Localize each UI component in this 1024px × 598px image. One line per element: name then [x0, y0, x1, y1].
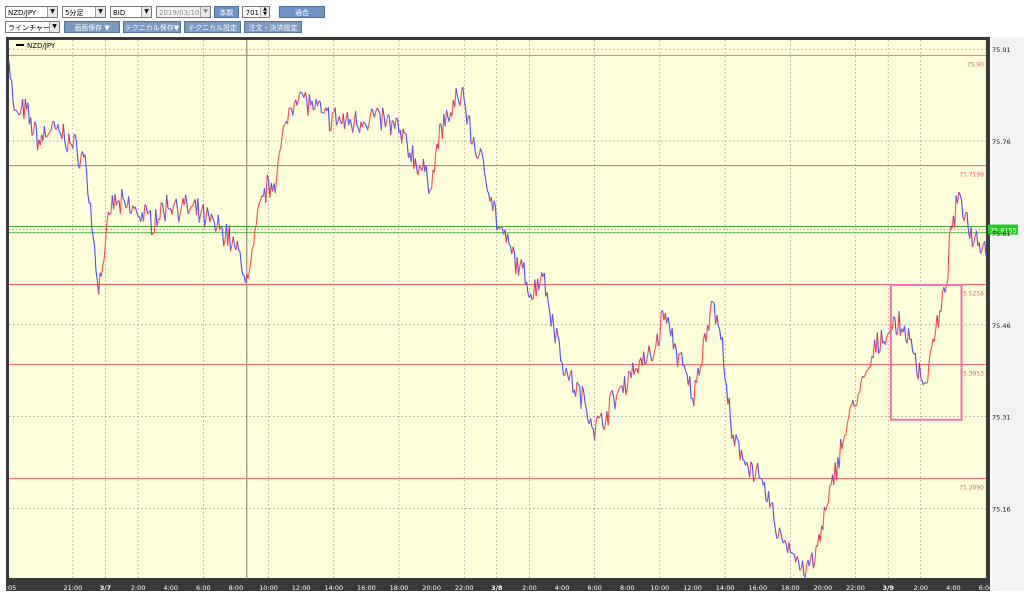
save-screen-button[interactable]: 画面保存 ▼ — [64, 21, 120, 33]
chart-toolbar: NZD/JPY ▼ 5分足 ▼ BID ▼ 2019/03/10 ▼ 本数 70… — [0, 0, 1024, 36]
technical-settings-button[interactable]: テクニカル設定 — [184, 21, 241, 33]
price-type-select[interactable]: BID ▼ — [110, 6, 152, 18]
chevron-down-icon: ▼ — [141, 7, 151, 17]
chevron-down-icon: ▼ — [49, 22, 59, 32]
chart-frame — [6, 37, 990, 591]
technical-save-button[interactable]: テクニカル保存▼ — [123, 21, 181, 33]
plot-area[interactable] — [9, 40, 986, 578]
side-panel — [992, 37, 1024, 591]
chevron-down-icon: ▼ — [47, 7, 57, 17]
pair-select[interactable]: NZD/JPY ▼ — [5, 6, 58, 18]
pair-select-value: NZD/JPY — [8, 9, 37, 17]
spin-arrows-icon[interactable]: ▲ ▼ — [260, 7, 269, 17]
calendar-dropdown-icon: ▼ — [200, 7, 210, 17]
timeframe-select-value: 5分足 — [65, 9, 84, 17]
count-stepper[interactable]: 701 ▲ ▼ — [242, 6, 270, 18]
price-type-select-value: BID — [113, 9, 126, 17]
date-picker-value: 2019/03/10 — [159, 9, 200, 17]
timeframe-select[interactable]: 5分足 ▼ — [62, 6, 106, 18]
chart-type-select[interactable]: ラインチャート ▼ — [5, 21, 60, 33]
count-stepper-value: 701 — [245, 9, 259, 17]
order-settings-button[interactable]: 注文・決済設定 — [244, 21, 302, 33]
count-label: 本数 — [214, 6, 239, 18]
apply-button[interactable]: 適合 — [279, 6, 325, 18]
date-picker[interactable]: 2019/03/10 ▼ — [156, 6, 211, 18]
chevron-down-icon: ▼ — [95, 7, 105, 17]
